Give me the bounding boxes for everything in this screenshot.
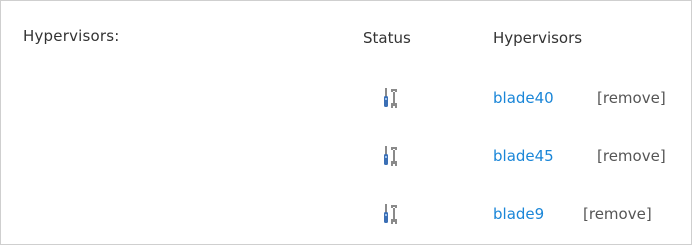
- hypervisor-row: blade40 [remove]: [1, 86, 691, 112]
- tools-icon: [382, 87, 400, 111]
- hypervisors-section-label: Hypervisors:: [23, 27, 120, 45]
- remove-link-blade45[interactable]: [remove]: [597, 147, 666, 165]
- remove-close-bracket: ]: [659, 89, 666, 107]
- remove-link-blade9[interactable]: [remove]: [583, 205, 652, 223]
- hypervisors-panel: Hypervisors: Status Hypervisors blade40 …: [0, 0, 692, 245]
- hypervisor-link-blade9[interactable]: blade9: [493, 205, 544, 223]
- remove-label: remove: [602, 89, 660, 107]
- hypervisor-row: blade45 [remove]: [1, 144, 691, 170]
- hypervisor-link-blade45[interactable]: blade45: [493, 147, 554, 165]
- hypervisor-link-blade40[interactable]: blade40: [493, 89, 554, 107]
- hypervisors-column-header: Hypervisors: [493, 29, 583, 47]
- hypervisor-row: blade9 [remove]: [1, 202, 691, 228]
- status-column-header: Status: [363, 29, 411, 47]
- remove-label: remove: [588, 205, 646, 223]
- remove-close-bracket: ]: [659, 147, 666, 165]
- tools-icon: [382, 145, 400, 169]
- remove-link-blade40[interactable]: [remove]: [597, 89, 666, 107]
- tools-icon: [382, 203, 400, 227]
- remove-close-bracket: ]: [645, 205, 652, 223]
- remove-label: remove: [602, 147, 660, 165]
